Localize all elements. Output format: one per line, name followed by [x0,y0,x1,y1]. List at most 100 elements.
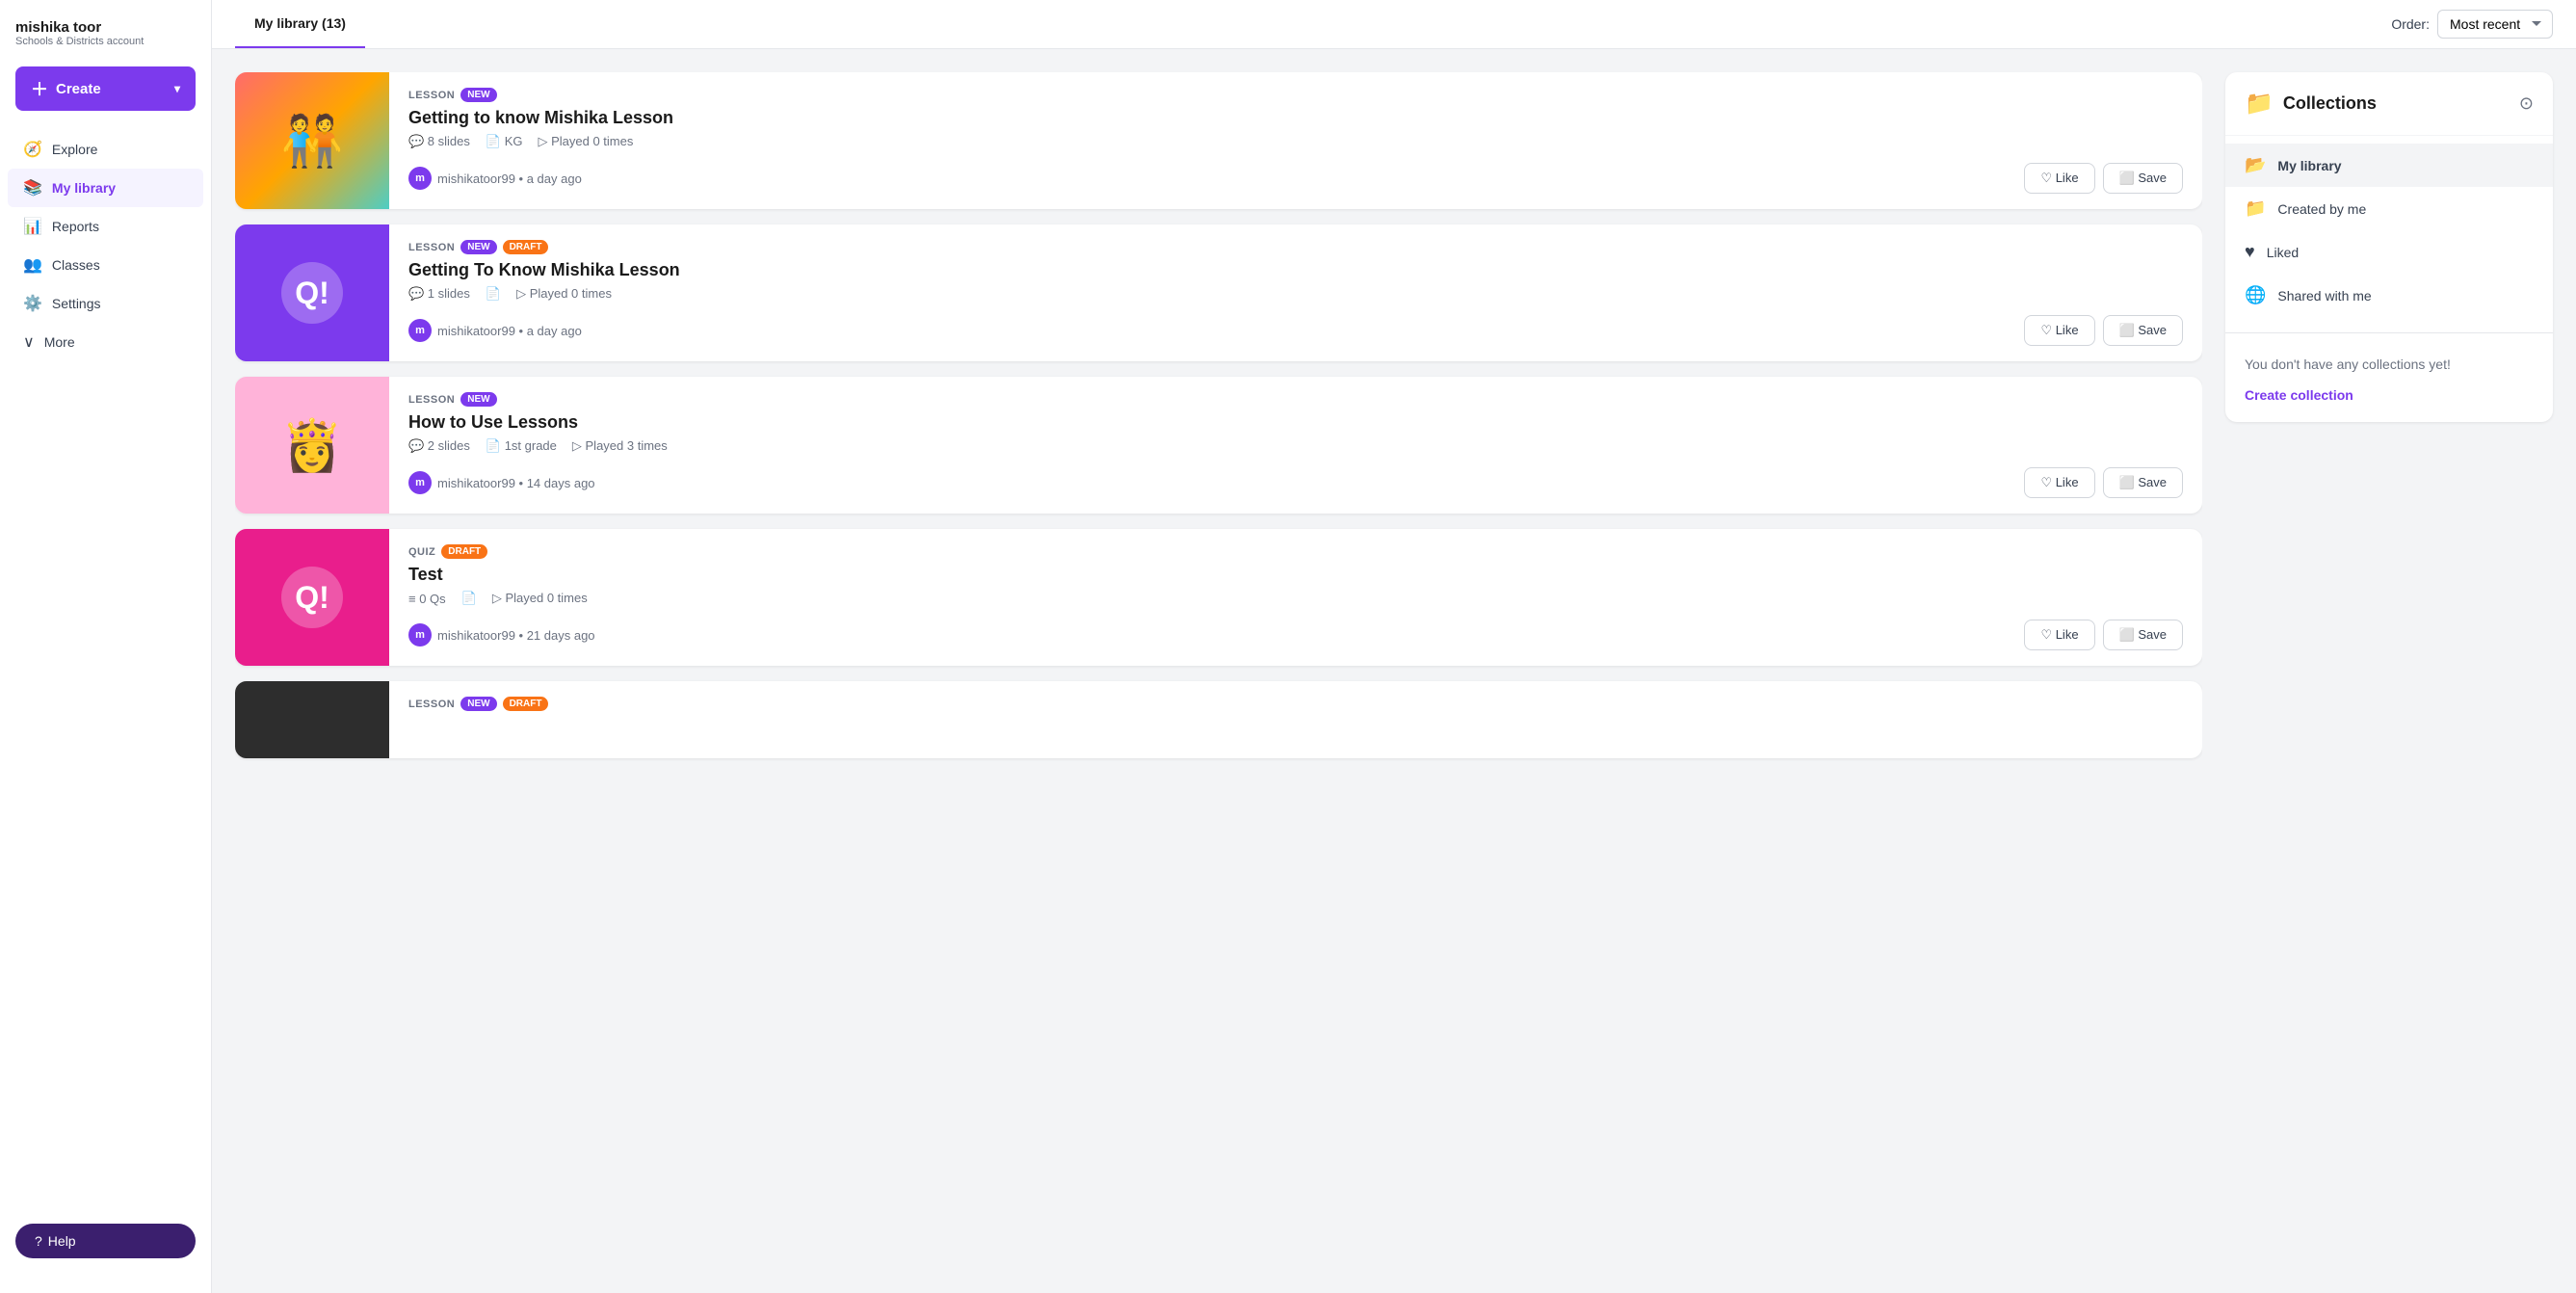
card-author: m mishikatoor99 • a day ago [408,167,582,190]
card-body: QUIZ DRAFT Test ≡ 0 Qs 📄 ▷ Played 0 time… [389,529,2202,666]
meta-grade: 📄 [486,286,501,302]
create-button[interactable]: ＋ Create ▾ [15,66,196,111]
like-button[interactable]: ♡ Like [2024,620,2094,650]
meta-grade: 📄 KG [486,134,523,149]
meta-slides: 💬 1 slides [408,286,470,302]
order-section: Order: Most recent Oldest A-Z Z-A [2391,10,2553,39]
table-row: 👸 LESSON NEW How to Use Lessons 💬 2 slid… [235,377,2202,514]
card-actions: ♡ Like ⬜ Save [2024,620,2183,650]
card-meta: ≡ 0 Qs 📄 ▷ Played 0 times [408,591,2183,606]
save-button[interactable]: ⬜ Save [2103,467,2183,498]
thumb-q: Q! [281,262,343,324]
badge-new: NEW [460,88,496,102]
divider [2225,332,2553,333]
card-thumbnail [235,681,389,758]
plus-icon: ＋ [31,76,48,101]
library-list: 🧑‍🤝‍🧑 LESSON NEW Getting to know Mishika… [235,72,2202,1270]
card-thumbnail: 🧑‍🤝‍🧑 [235,72,389,209]
meta-grade: 📄 1st grade [486,438,557,454]
badge-new: NEW [460,392,496,407]
collections-chevron-icon[interactable]: ⊙ [2519,93,2534,114]
sidebar-item-reports-label: Reports [52,219,99,234]
badge-draft: DRAFT [503,697,549,711]
card-type-row: LESSON NEW DRAFT [408,240,2183,254]
sidebar: mishika toor Schools & Districts account… [0,0,212,1293]
settings-icon: ⚙️ [23,294,42,313]
tab-bar: My library (13) Order: Most recent Oldes… [212,0,2576,49]
folder-icon: 📁 [2245,198,2266,219]
card-body: LESSON NEW How to Use Lessons 💬 2 slides… [389,377,2202,514]
chevron-down-icon: ∨ [23,332,35,352]
tab-my-library[interactable]: My library (13) [235,0,365,48]
collection-item-shared-with-me[interactable]: 🌐 Shared with me [2225,274,2553,317]
card-author: m mishikatoor99 • 21 days ago [408,623,595,646]
tab-my-library-label: My library (13) [254,15,346,31]
avatar: m [408,319,432,342]
sidebar-item-reports[interactable]: 📊 Reports [8,207,203,246]
card-type-label: QUIZ [408,546,435,558]
save-button[interactable]: ⬜ Save [2103,315,2183,346]
collection-item-liked[interactable]: ♥ Liked [2225,230,2553,274]
like-button[interactable]: ♡ Like [2024,467,2094,498]
user-subtitle: Schools & Districts account [15,36,196,47]
save-button[interactable]: ⬜ Save [2103,620,2183,650]
card-type-label: LESSON [408,699,455,710]
card-type-row: LESSON NEW [408,392,2183,407]
like-button[interactable]: ♡ Like [2024,315,2094,346]
card-title: How to Use Lessons [408,412,2183,433]
library-icon: 📚 [23,178,42,198]
table-row: Q! LESSON NEW DRAFT Getting To Know Mish… [235,224,2202,361]
sidebar-item-more[interactable]: ∨ More [8,323,203,361]
card-footer: m mishikatoor99 • 14 days ago ♡ Like ⬜ S… [408,467,2183,498]
badge-new: NEW [460,697,496,711]
table-row: Q! QUIZ DRAFT Test ≡ 0 Qs 📄 ▷ Played 0 t… [235,529,2202,666]
collections-panel: 📁 Collections ⊙ 📂 My library 📁 Created b… [2225,72,2553,422]
user-name: mishika toor [15,19,196,36]
card-author: m mishikatoor99 • 14 days ago [408,471,595,494]
sidebar-item-settings-label: Settings [52,296,101,311]
card-thumbnail: 👸 [235,377,389,514]
card-type-label: LESSON [408,394,455,406]
badge-new: NEW [460,240,496,254]
collection-item-my-library[interactable]: 📂 My library [2225,144,2553,187]
sidebar-item-settings[interactable]: ⚙️ Settings [8,284,203,323]
open-folder-icon: 📂 [2245,155,2266,175]
sidebar-item-more-label: More [44,334,75,350]
globe-icon: 🌐 [2245,285,2266,305]
collection-item-shared-with-me-label: Shared with me [2277,288,2371,303]
chevron-down-icon: ▾ [174,82,180,95]
sidebar-item-explore[interactable]: 🧭 Explore [8,130,203,169]
card-type-label: LESSON [408,90,455,101]
card-type-row: LESSON NEW DRAFT [408,697,2183,711]
sidebar-item-my-library[interactable]: 📚 My library [8,169,203,207]
badge-draft: DRAFT [441,544,487,559]
create-label: Create [56,81,101,97]
meta-slides: 💬 2 slides [408,438,470,454]
card-actions: ♡ Like ⬜ Save [2024,163,2183,194]
order-select[interactable]: Most recent Oldest A-Z Z-A [2437,10,2553,39]
card-type-label: LESSON [408,242,455,253]
collection-items: 📂 My library 📁 Created by me ♥ Liked 🌐 S… [2225,136,2553,325]
sidebar-nav: 🧭 Explore 📚 My library 📊 Reports 👥 Class… [0,130,211,361]
like-button[interactable]: ♡ Like [2024,163,2094,194]
badge-draft: DRAFT [503,240,549,254]
classes-icon: 👥 [23,255,42,275]
create-collection-link[interactable]: Create collection [2225,387,2373,422]
card-body: LESSON NEW Getting to know Mishika Lesso… [389,72,2202,209]
author-name: mishikatoor99 • 14 days ago [437,476,595,490]
heart-icon: ♥ [2245,242,2255,262]
card-actions: ♡ Like ⬜ Save [2024,467,2183,498]
help-icon: ? [35,1233,42,1249]
sidebar-item-classes[interactable]: 👥 Classes [8,246,203,284]
help-button[interactable]: ? Help [15,1224,196,1258]
collection-item-created-by-me[interactable]: 📁 Created by me [2225,187,2553,230]
card-footer: m mishikatoor99 • a day ago ♡ Like ⬜ Sav… [408,163,2183,194]
card-meta: 💬 2 slides 📄 1st grade ▷ Played 3 times [408,438,2183,454]
meta-plays: ▷ Played 3 times [572,438,668,454]
card-body: LESSON NEW DRAFT Getting To Know Mishika… [389,224,2202,361]
card-thumbnail: Q! [235,224,389,361]
sidebar-item-my-library-label: My library [52,180,116,196]
card-meta: 💬 8 slides 📄 KG ▷ Played 0 times [408,134,2183,149]
main-content: My library (13) Order: Most recent Oldes… [212,0,2576,1293]
save-button[interactable]: ⬜ Save [2103,163,2183,194]
